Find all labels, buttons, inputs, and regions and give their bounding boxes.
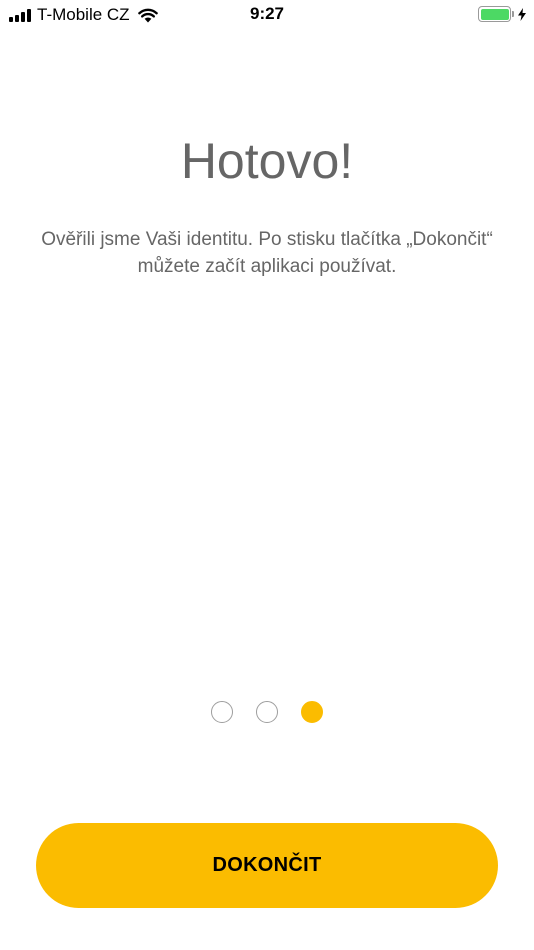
verification-message: Ověřili jsme Vaši identitu. Po stisku tl… xyxy=(41,229,493,277)
battery-tip xyxy=(512,11,514,17)
page-dot-2 xyxy=(256,701,278,723)
status-right xyxy=(478,6,526,22)
status-time: 9:27 xyxy=(249,4,285,23)
identity-verified-screen: T-Mobile CZ 9:27 Hotovo! Ověřili jsme Va… xyxy=(0,0,534,950)
page-title: Hotovo! xyxy=(180,133,354,189)
page-dot-1 xyxy=(211,701,233,723)
charging-bolt-icon xyxy=(518,7,526,21)
page-dot-3 xyxy=(301,701,323,723)
finish-button[interactable]: DOKONČIT xyxy=(36,823,498,908)
battery-icon xyxy=(478,6,511,22)
battery-fill xyxy=(480,8,509,20)
status-bar: T-Mobile CZ 9:27 xyxy=(0,0,534,30)
page-indicator xyxy=(0,701,534,723)
